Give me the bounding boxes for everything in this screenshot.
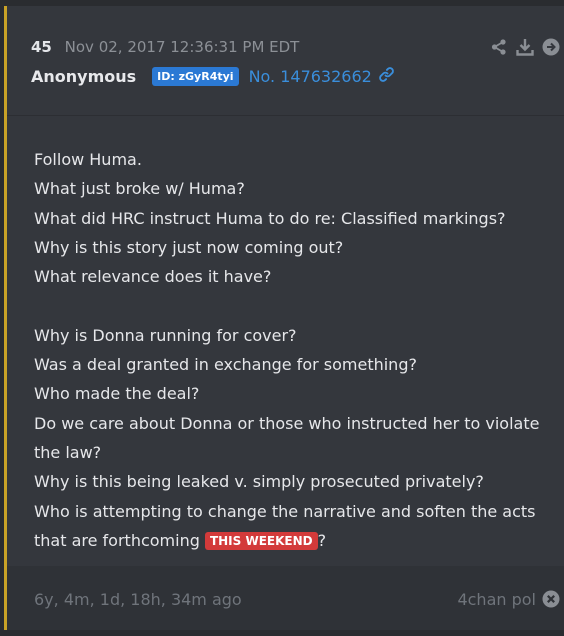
source-label: 4chan pol [457, 590, 536, 609]
this-weekend-tag: THIS WEEKEND [204, 531, 318, 550]
post-actions [490, 38, 560, 56]
post-card: 45 Nov 02, 2017 12:36:31 PM EDT Anonymou… [4, 6, 564, 630]
download-icon[interactable] [516, 38, 534, 56]
post-number: 45 [31, 38, 52, 56]
post-line-last: Who is attempting to change the narrativ… [34, 497, 554, 557]
close-circle-icon[interactable] [542, 590, 560, 612]
time-ago: 6y, 4m, 1d, 18h, 34m ago [34, 590, 242, 609]
link-icon[interactable] [378, 66, 395, 87]
post-line: Why is this being leaked v. simply prose… [34, 472, 484, 492]
arrow-right-circle-icon[interactable] [542, 38, 560, 56]
share-icon[interactable] [490, 38, 508, 56]
post-line-end: ? [317, 530, 327, 550]
post-line: Was a deal granted in exchange for somet… [34, 355, 417, 375]
post-body: Follow Huma. What just broke w/ Huma? Wh… [34, 145, 554, 556]
paragraph-break [34, 291, 554, 320]
post-line: Who made the deal? [34, 384, 200, 404]
post-line: What just broke w/ Huma? [34, 179, 245, 199]
post-line: Follow Huma. [34, 150, 142, 169]
post-number-link[interactable]: No. 147632662 [249, 67, 372, 86]
post-line: Why is this story just now coming out? [34, 237, 344, 257]
post-line: What relevance does it have? [34, 267, 272, 287]
post-date: Nov 02, 2017 12:36:31 PM EDT [64, 38, 300, 56]
post-line: Do we care about Donna or those who inst… [34, 413, 540, 462]
post-footer: 6y, 4m, 1d, 18h, 34m ago 4chan pol [7, 566, 564, 630]
post-line: Why is Donna running for cover? [34, 325, 297, 345]
author-name: Anonymous [31, 67, 137, 86]
post-header: 45 Nov 02, 2017 12:36:31 PM EDT Anonymou… [7, 6, 564, 116]
post-meta: 45 Nov 02, 2017 12:36:31 PM EDT [31, 38, 299, 56]
poster-id-badge[interactable]: ID: zGyR4tyi [152, 67, 239, 86]
author-line: Anonymous ID: zGyR4tyi No. 147632662 [31, 66, 395, 87]
post-line: What did HRC instruct Huma to do re: Cla… [34, 208, 506, 228]
